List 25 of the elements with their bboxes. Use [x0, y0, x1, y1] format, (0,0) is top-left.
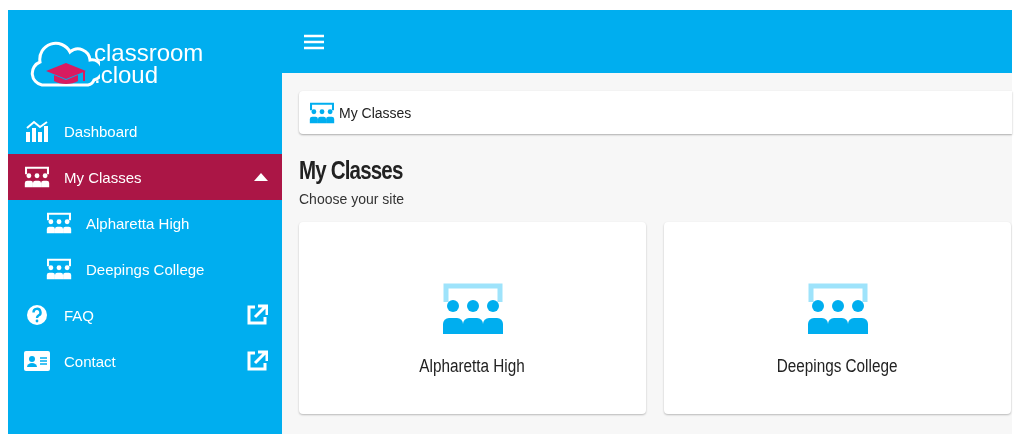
nav-item[interactable]: Dashboard: [8, 108, 282, 154]
page-subtitle: Choose your site: [299, 191, 406, 207]
help-icon: [26, 304, 48, 326]
page-title: My Classes: [299, 156, 403, 185]
site-name: Alpharetta High: [419, 356, 526, 377]
classroom-icon: [309, 101, 335, 124]
classroom-icon: [46, 258, 72, 280]
nav-item[interactable]: Alpharetta High: [8, 200, 282, 246]
site-name: Deepings College: [777, 356, 898, 377]
logo-text: classroom: [94, 42, 204, 64]
menu-icon[interactable]: [304, 33, 324, 50]
site-card[interactable]: Deepings College: [664, 222, 1011, 414]
nav-item[interactable]: My Classes: [8, 154, 282, 200]
breadcrumb-text: My Classes: [339, 104, 412, 121]
nav-item[interactable]: Contact: [8, 338, 282, 384]
classroom-icon: [805, 282, 870, 336]
logo-text: .cloud: [94, 64, 160, 86]
classroom-icon: [440, 282, 505, 336]
classroom-icon: [24, 166, 50, 188]
classroom-icon: [46, 212, 72, 234]
nav-item[interactable]: Deepings College: [8, 246, 282, 292]
site-card[interactable]: Alpharetta High: [299, 222, 646, 414]
nav-item[interactable]: FAQ: [8, 292, 282, 338]
contact-card-icon: [24, 351, 50, 371]
chart-icon: [25, 120, 49, 142]
